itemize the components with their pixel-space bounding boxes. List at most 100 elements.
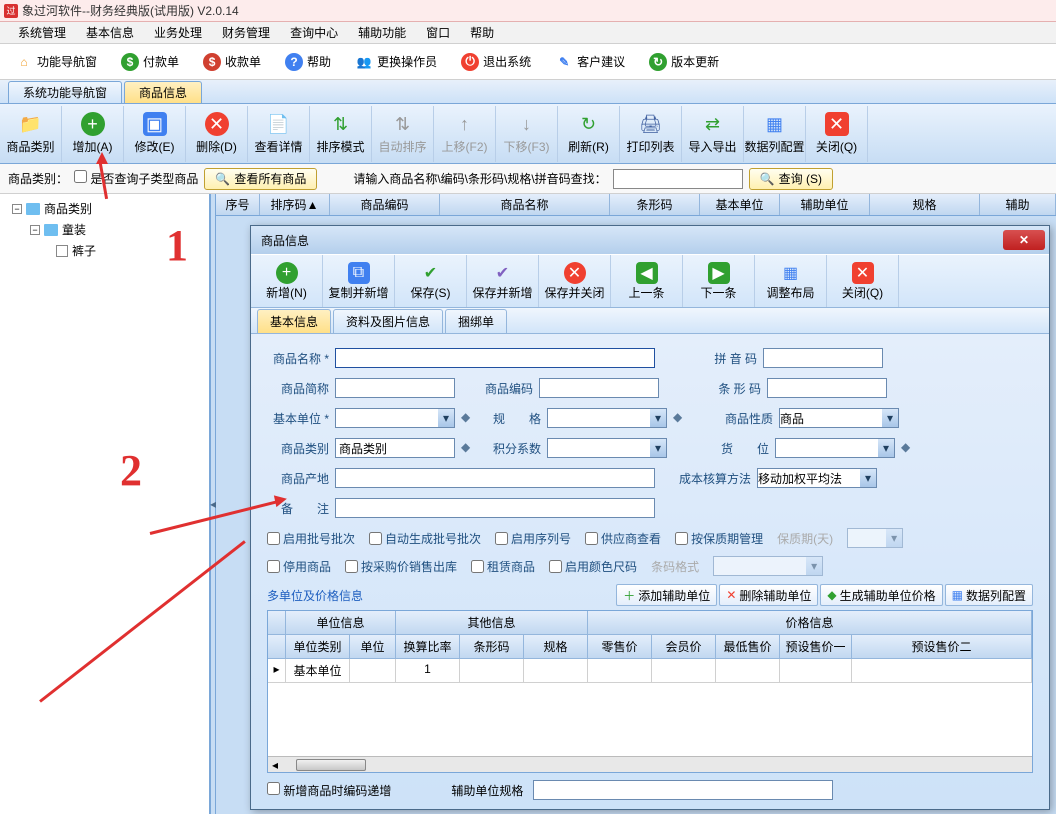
btn-add-aux[interactable]: ＋添加辅助单位 (616, 584, 717, 606)
chk-serial[interactable]: 启用序列号 (495, 530, 571, 547)
col-barcode[interactable]: 条形码 (610, 194, 700, 215)
tree-root[interactable]: −商品类别 (4, 198, 205, 219)
col-code[interactable]: 商品编码 (330, 194, 440, 215)
menu-system[interactable]: 系统管理 (8, 24, 76, 41)
col-retail[interactable]: 零售价 (588, 635, 652, 659)
collapse-icon[interactable]: − (30, 225, 40, 235)
chevron-down-icon[interactable]: ▾ (860, 469, 876, 487)
aux-grid-scrollbar[interactable]: ◂ (268, 756, 1032, 772)
dlg-save-close[interactable]: ✕保存并关闭 (539, 255, 611, 307)
tab-product[interactable]: 商品信息 (124, 81, 202, 103)
dlg-tab-info[interactable]: 资料及图片信息 (333, 309, 443, 333)
col-spec[interactable]: 规格 (870, 194, 980, 215)
col-name[interactable]: 商品名称 (440, 194, 610, 215)
aux-grid-row[interactable]: ▸ 基本单位 1 (268, 659, 1032, 683)
chevron-down-icon[interactable]: ▾ (878, 439, 894, 457)
dialog-titlebar[interactable]: 商品信息 ✕ (251, 226, 1049, 254)
dlg-tab-bundle[interactable]: 捆绑单 (445, 309, 507, 333)
pay-button[interactable]: $付款单 (110, 48, 190, 76)
sub-check[interactable]: 是否查询子类型商品 (74, 170, 198, 187)
btn-del-aux[interactable]: ✕删除辅助单位 (719, 584, 818, 606)
menu-query[interactable]: 查询中心 (280, 24, 348, 41)
browse-icon[interactable]: ◆ (461, 410, 477, 426)
col-unit-type[interactable]: 单位类别 (286, 635, 350, 659)
tb-close[interactable]: ✕关闭(Q) (806, 106, 868, 162)
chevron-down-icon[interactable]: ▾ (438, 409, 454, 427)
inp-auxspec[interactable] (533, 780, 833, 800)
btn-gen-price[interactable]: ◆生成辅助单位价格 (820, 584, 942, 606)
chk-purchase[interactable]: 按采购价销售出库 (345, 558, 457, 575)
combo-nature[interactable]: 商品▾ (779, 408, 899, 428)
nav-button[interactable]: ⌂功能导航窗 (4, 48, 108, 76)
dlg-tab-basic[interactable]: 基本信息 (257, 309, 331, 333)
col-rate[interactable]: 换算比率 (396, 635, 460, 659)
tb-refresh[interactable]: ↻刷新(R) (558, 106, 620, 162)
col-member[interactable]: 会员价 (652, 635, 716, 659)
tb-edit[interactable]: ▣修改(E) (124, 106, 186, 162)
search-button[interactable]: 🔍查询 (S) (749, 168, 833, 190)
dlg-save-new[interactable]: ✔保存并新增 (467, 255, 539, 307)
sub-checkbox[interactable] (74, 170, 87, 183)
tb-io[interactable]: ⇄导入导出 (682, 106, 744, 162)
chk-autobatch[interactable]: 自动生成批号批次 (369, 530, 481, 547)
chk-vendor[interactable]: 供应商查看 (585, 530, 661, 547)
dlg-prev[interactable]: ◀上一条 (611, 255, 683, 307)
chk-color[interactable]: 启用颜色尺码 (549, 558, 637, 575)
dlg-close[interactable]: ✕关闭(Q) (827, 255, 899, 307)
inp-cat[interactable] (335, 438, 455, 458)
inp-pinyin[interactable] (763, 348, 883, 368)
col-spec[interactable]: 规格 (524, 635, 588, 659)
inp-short[interactable] (335, 378, 455, 398)
menu-finance[interactable]: 财务管理 (212, 24, 280, 41)
menu-window[interactable]: 窗口 (416, 24, 460, 41)
inp-remark[interactable] (335, 498, 655, 518)
chk-rent[interactable]: 租赁商品 (471, 558, 535, 575)
tb-print[interactable]: 🖨打印列表 (620, 106, 682, 162)
combo-spec[interactable]: ▾ (547, 408, 667, 428)
update-button[interactable]: ↻版本更新 (638, 48, 730, 76)
menu-basic[interactable]: 基本信息 (76, 24, 144, 41)
tb-add[interactable]: +增加(A) (62, 106, 124, 162)
search-input[interactable] (613, 169, 743, 189)
browse-icon[interactable]: ◆ (673, 410, 689, 426)
browse-icon[interactable]: ◆ (461, 440, 477, 456)
menu-business[interactable]: 业务处理 (144, 24, 212, 41)
viewall-button[interactable]: 🔍查看所有商品 (204, 168, 317, 190)
col-seq[interactable]: 序号 (216, 194, 260, 215)
col-unit[interactable]: 基本单位 (700, 194, 780, 215)
chevron-down-icon[interactable]: ▾ (882, 409, 898, 427)
collapse-icon[interactable]: − (12, 204, 22, 214)
col-aux[interactable]: 辅助 (980, 194, 1056, 215)
tb-up[interactable]: ↑上移(F2) (434, 106, 496, 162)
tb-delete[interactable]: ✕删除(D) (186, 106, 248, 162)
col-barcode[interactable]: 条形码 (460, 635, 524, 659)
browse-icon[interactable]: ◆ (901, 440, 917, 456)
inp-origin[interactable] (335, 468, 655, 488)
exit-button[interactable]: ⏻退出系统 (450, 48, 542, 76)
combo-points[interactable]: ▾ (547, 438, 667, 458)
receive-button[interactable]: $收款单 (192, 48, 272, 76)
multi-unit-link[interactable]: 多单位及价格信息 (267, 587, 363, 604)
tb-down[interactable]: ↓下移(F3) (496, 106, 558, 162)
dlg-layout[interactable]: ▦调整布局 (755, 255, 827, 307)
combo-unit[interactable]: ▾ (335, 408, 455, 428)
dlg-save[interactable]: ✔保存(S) (395, 255, 467, 307)
menu-help[interactable]: 帮助 (460, 24, 504, 41)
chk-stop[interactable]: 停用商品 (267, 558, 331, 575)
col-auxunit[interactable]: 辅助单位 (780, 194, 870, 215)
col-pre1[interactable]: 预设售价一 (780, 635, 852, 659)
combo-loc[interactable]: ▾ (775, 438, 895, 458)
tb-autosort[interactable]: ⇅自动排序 (372, 106, 434, 162)
tree-child1[interactable]: −童装 (4, 219, 205, 240)
dialog-close-button[interactable]: ✕ (1003, 230, 1045, 250)
scroll-thumb[interactable] (296, 759, 366, 771)
btn-inner-cols[interactable]: ▦数据列配置 (945, 584, 1033, 606)
dlg-next[interactable]: ▶下一条 (683, 255, 755, 307)
col-sort[interactable]: 排序码 ▲ (260, 194, 330, 215)
tb-sort[interactable]: ⇅排序模式 (310, 106, 372, 162)
switch-user-button[interactable]: 👥更换操作员 (344, 48, 448, 76)
tb-detail[interactable]: 📄查看详情 (248, 106, 310, 162)
feedback-button[interactable]: ✎客户建议 (544, 48, 636, 76)
inp-barcode[interactable] (767, 378, 887, 398)
tree-child2[interactable]: 裤子 (4, 240, 205, 261)
